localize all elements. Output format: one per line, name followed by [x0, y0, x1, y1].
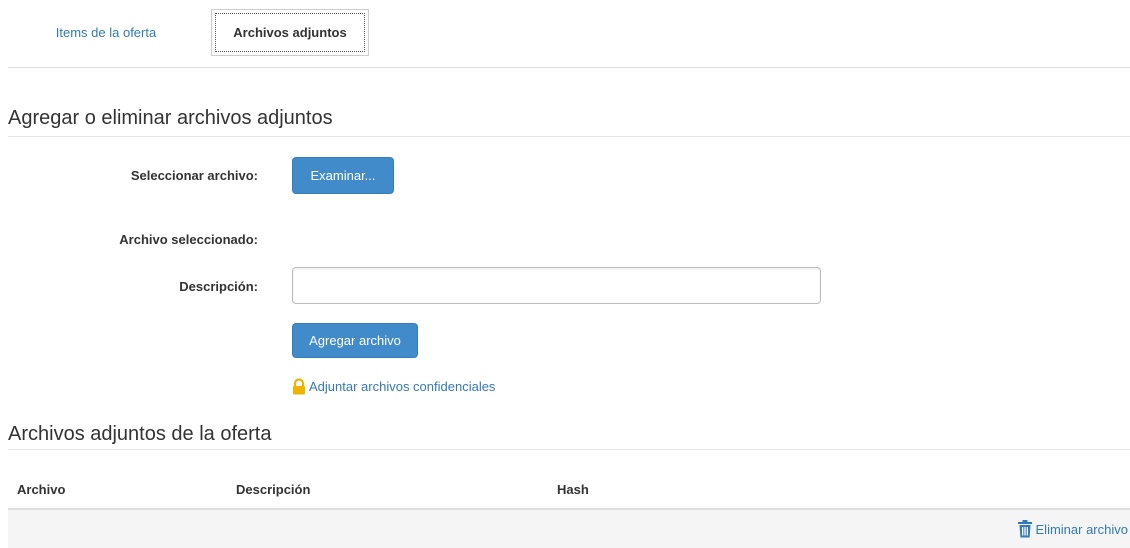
tab-label: Items de la oferta: [55, 25, 157, 40]
add-file-button[interactable]: Agregar archivo: [292, 323, 418, 358]
focus-outline: [215, 13, 365, 52]
description-label: Descripción:: [179, 279, 258, 294]
trash-icon: [1017, 520, 1033, 538]
column-header-archivo: Archivo: [17, 482, 66, 497]
tab-bar: Items de la oferta Archivos adjuntos: [8, 0, 1130, 68]
tab-archivos-adjuntos[interactable]: Archivos adjuntos: [211, 9, 369, 56]
delete-file-link[interactable]: Eliminar archivo: [1017, 520, 1128, 538]
upload-section-title: Agregar o eliminar archivos adjuntos: [8, 107, 1130, 137]
lock-icon: [291, 378, 307, 395]
description-input[interactable]: [292, 267, 821, 304]
browse-button[interactable]: Examinar...: [292, 157, 394, 194]
confidential-files-link[interactable]: Adjuntar archivos confidenciales: [291, 378, 495, 395]
column-header-descripcion: Descripción: [236, 482, 311, 497]
select-file-label: Seleccionar archivo:: [130, 168, 258, 183]
table-row: Eliminar archivo: [8, 510, 1130, 548]
delete-file-label: Eliminar archivo: [1035, 521, 1128, 537]
tab-items-de-la-oferta[interactable]: Items de la oferta: [28, 10, 184, 55]
column-header-hash: Hash: [557, 482, 589, 497]
attachments-section-title: Archivos adjuntos de la oferta: [8, 423, 1130, 450]
page: Items de la oferta Archivos adjuntos Agr…: [0, 0, 1130, 548]
confidential-files-label: Adjuntar archivos confidenciales: [309, 379, 496, 394]
selected-file-label: Archivo seleccionado:: [119, 232, 258, 247]
